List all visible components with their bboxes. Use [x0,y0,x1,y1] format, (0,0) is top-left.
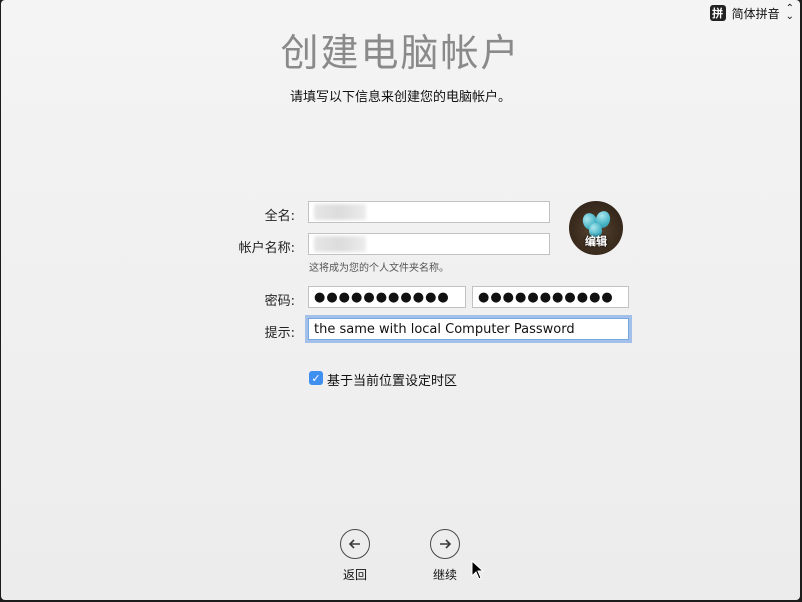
continue-button[interactable] [430,529,460,559]
chevron-updown-icon: ⌃ ⌄ [785,3,794,22]
input-source-label: 简体拼音 [731,6,780,21]
timezone-checkbox-label[interactable]: 基于当前位置设定时区 [327,370,457,389]
account-name-field[interactable] [308,233,550,255]
verify-password-field[interactable]: ●●●●●●●●●●● [472,286,629,308]
arrow-left-icon [348,539,360,549]
timezone-checkbox[interactable]: ✓ [309,371,323,385]
checkmark-icon: ✓ [311,371,321,385]
mouse-cursor-icon [471,560,485,580]
back-button[interactable] [340,529,370,559]
account-name-hint: 这将成为您的个人文件夹名称。 [309,263,449,274]
page-title: 创建电脑帐户 [280,31,521,75]
password-field[interactable]: ●●●●●●●●●●● [308,286,466,308]
page-subtitle: 请填写以下信息来创建您的电脑帐户。 [289,90,511,105]
back-label[interactable]: 返回 [325,566,385,583]
user-avatar[interactable]: 编辑 [569,201,623,255]
password-hint-label: 提示: [264,326,295,341]
continue-label[interactable]: 继续 [415,566,475,583]
password-label: 密码: [264,294,295,309]
avatar-edit-label[interactable]: 编辑 [569,233,623,249]
input-source-menu[interactable]: 拼 简体拼音 ⌃ ⌄ [709,3,794,22]
redacted-account [314,236,366,252]
password-hint-field[interactable]: the same with local Computer Password [308,318,629,340]
account-name-label: 帐户名称: [238,241,295,256]
redacted-name [314,204,366,220]
fullname-field[interactable] [308,201,550,223]
arrow-right-icon [440,539,452,549]
pinyin-icon: 拼 [709,5,726,21]
fullname-label: 全名: [264,209,295,224]
setup-window: 拼 简体拼音 ⌃ ⌄ 创建电脑帐户 请填写以下信息来创建您的电脑帐户。 全名: 帐… [1,0,800,600]
